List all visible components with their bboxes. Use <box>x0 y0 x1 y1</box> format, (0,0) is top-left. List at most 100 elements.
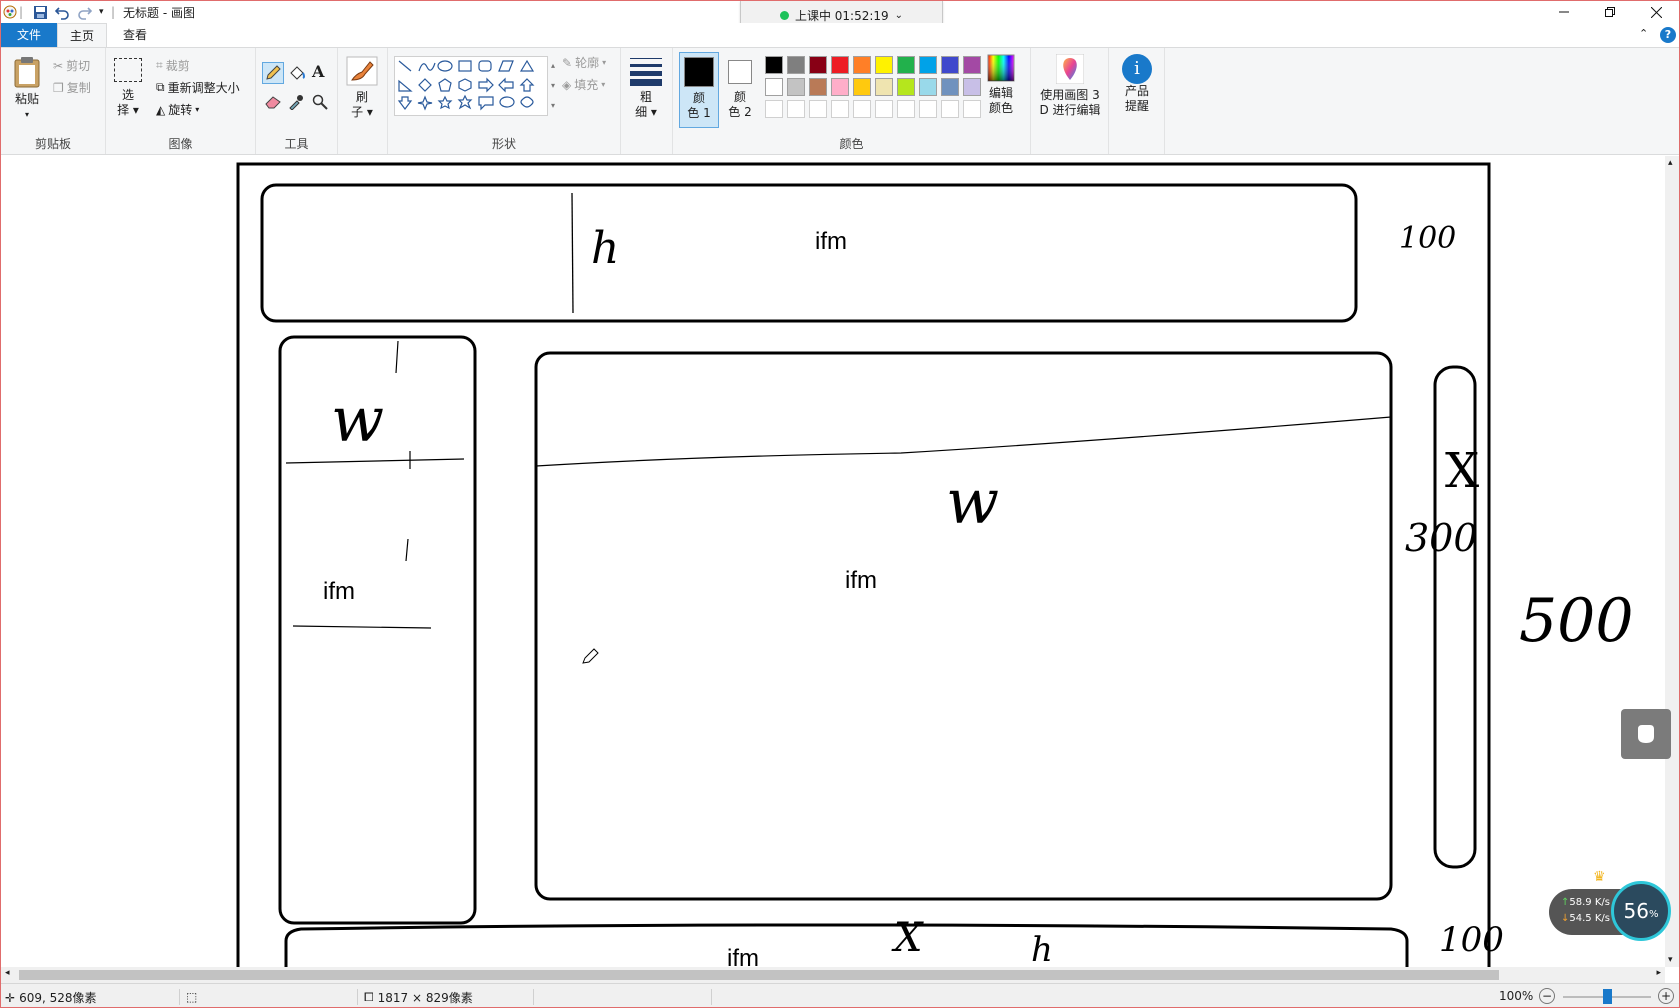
fill-label: 填充 <box>574 78 599 92</box>
undo-icon[interactable] <box>55 3 70 21</box>
palette-swatch[interactable] <box>919 78 937 96</box>
palette-swatch[interactable] <box>787 100 805 118</box>
edit-colors-button[interactable]: 编辑 颜色 <box>979 54 1023 116</box>
eraser-tool[interactable] <box>264 94 282 113</box>
shapes-scroll[interactable]: ▴ ▾ ▾ <box>551 56 555 116</box>
label-bottom-ifm: ifm <box>727 945 759 967</box>
vertical-scrollbar[interactable]: ▴ ▾ <box>1665 156 1679 967</box>
palette-swatch[interactable] <box>897 100 915 118</box>
tab-file[interactable]: 文件 <box>1 23 57 47</box>
palette-swatch[interactable] <box>809 100 827 118</box>
color-picker-tool[interactable] <box>288 94 304 113</box>
palette-swatch[interactable] <box>765 78 783 96</box>
network-monitor-widget[interactable]: ↑58.9 K/s ↓54.5 K/s 56% ♛ <box>1549 869 1673 941</box>
horizontal-scrollbar[interactable]: ◂ ▸ <box>1 967 1665 983</box>
color1-swatch <box>684 57 714 87</box>
scroll-left-icon[interactable]: ◂ <box>5 968 10 978</box>
zoom-out-button[interactable]: − <box>1539 988 1555 1004</box>
cut-label: 剪切 <box>66 59 91 73</box>
paint3d-button[interactable]: 使用画图 3 D 进行编辑 <box>1035 53 1105 118</box>
hw-w-center: w <box>946 465 999 538</box>
resize-button[interactable]: ⧉ 重新调整大小 <box>156 79 240 96</box>
group-label: 形状 <box>491 137 516 151</box>
size-button[interactable]: 粗 细 ▾ <box>629 56 663 120</box>
palette-swatch[interactable] <box>787 56 805 74</box>
crop-button[interactable]: ⌗ 裁剪 <box>156 57 190 74</box>
palette-swatch[interactable] <box>919 56 937 74</box>
copy-button[interactable]: ❐ 复制 <box>53 79 91 96</box>
palette-swatch[interactable] <box>853 100 871 118</box>
hw-w-left: w <box>331 383 384 456</box>
color2-label-b: 色 2 <box>728 105 752 119</box>
product-label-2: 提醒 <box>1124 99 1149 113</box>
cut-button[interactable]: ✂ 剪切 <box>53 57 90 74</box>
palette-swatch[interactable] <box>809 78 827 96</box>
close-button[interactable] <box>1633 1 1679 23</box>
select-button[interactable]: 选 择 ▾ <box>114 58 142 118</box>
palette-swatch[interactable] <box>765 100 783 118</box>
zoom-in-button[interactable]: + <box>1658 988 1674 1004</box>
product-alert-button[interactable]: i 产品 提醒 <box>1115 54 1159 114</box>
stroke-tick-top <box>395 340 399 374</box>
redo-icon[interactable] <box>77 3 92 21</box>
palette-swatch[interactable] <box>765 56 783 74</box>
palette-swatch[interactable] <box>875 56 893 74</box>
palette-swatch[interactable] <box>897 78 915 96</box>
help-icon[interactable]: ? <box>1660 27 1676 43</box>
palette-swatch[interactable] <box>941 78 959 96</box>
palette-swatch[interactable] <box>897 56 915 74</box>
drawing-canvas[interactable]: ifm ifm ifm ifm h w w X 100 300 500 100 … <box>1 156 1665 967</box>
minimize-button[interactable] <box>1541 1 1587 23</box>
label-top-ifm: ifm <box>815 228 847 255</box>
palette-swatch[interactable] <box>853 56 871 74</box>
palette-swatch[interactable] <box>941 100 959 118</box>
fill-tool[interactable] <box>288 64 306 85</box>
customize-toolbar-chevron-icon[interactable]: ▾ <box>99 3 104 21</box>
scroll-right-icon[interactable]: ▸ <box>1656 968 1661 978</box>
pin-icon <box>1638 725 1654 743</box>
rotate-button[interactable]: ◭ 旋转 ▾ <box>156 101 199 118</box>
tab-view[interactable]: 查看 <box>107 23 163 47</box>
color2-button[interactable]: 颜 色 2 <box>721 52 759 120</box>
tab-home[interactable]: 主页 <box>57 23 107 47</box>
crop-label: 裁剪 <box>165 59 190 73</box>
scroll-down-icon[interactable]: ▾ <box>1668 955 1673 965</box>
brush-icon <box>346 56 378 86</box>
text-tool[interactable]: A <box>312 62 324 81</box>
magnifier-tool[interactable] <box>312 94 328 113</box>
stroke-left-divider <box>285 458 465 464</box>
right-box <box>1433 365 1477 869</box>
copy-icon: ❐ <box>53 80 64 95</box>
floating-pin-button[interactable] <box>1621 709 1671 759</box>
brushes-button[interactable]: 刷 子 ▾ <box>344 56 380 120</box>
palette-swatch[interactable] <box>809 56 827 74</box>
group-label: 图像 <box>168 137 193 151</box>
outline-button[interactable]: ✎ 轮廓 ▾ <box>562 54 606 71</box>
palette-swatch[interactable] <box>831 78 849 96</box>
palette-swatch[interactable] <box>919 100 937 118</box>
canvas-workspace[interactable]: ifm ifm ifm ifm h w w X 100 300 500 100 … <box>1 156 1665 967</box>
palette-swatch[interactable] <box>853 78 871 96</box>
fill-button[interactable]: ◈ 填充 ▾ <box>562 76 605 93</box>
scroll-up-icon[interactable]: ▴ <box>1668 158 1673 168</box>
scroll-thumb[interactable] <box>19 970 1499 980</box>
restore-button[interactable] <box>1587 1 1633 23</box>
palette-swatch[interactable] <box>875 100 893 118</box>
zoom-slider-thumb[interactable] <box>1603 989 1612 1004</box>
palette-swatch[interactable] <box>787 78 805 96</box>
clipboard-group: 粘贴 ▾ ✂ 剪切 ❐ 复制 剪贴板 <box>1 48 106 154</box>
palette-swatch[interactable] <box>831 100 849 118</box>
pencil-tool[interactable] <box>262 62 284 84</box>
palette-swatch[interactable] <box>875 78 893 96</box>
color1-button[interactable]: 颜 色 1 <box>679 52 719 128</box>
save-icon[interactable] <box>33 3 48 21</box>
palette-swatch[interactable] <box>941 56 959 74</box>
shapes-gallery[interactable] <box>394 56 548 116</box>
paste-button[interactable]: 粘贴 ▾ <box>9 56 45 122</box>
chevron-down-icon: ▾ <box>195 105 200 114</box>
paint-app-icon[interactable] <box>3 3 17 21</box>
collapse-ribbon-icon[interactable]: ⌃ <box>1639 27 1648 40</box>
palette-swatch[interactable] <box>831 56 849 74</box>
color1-label-a: 颜 <box>692 91 705 105</box>
paint-bucket-icon <box>290 66 305 80</box>
